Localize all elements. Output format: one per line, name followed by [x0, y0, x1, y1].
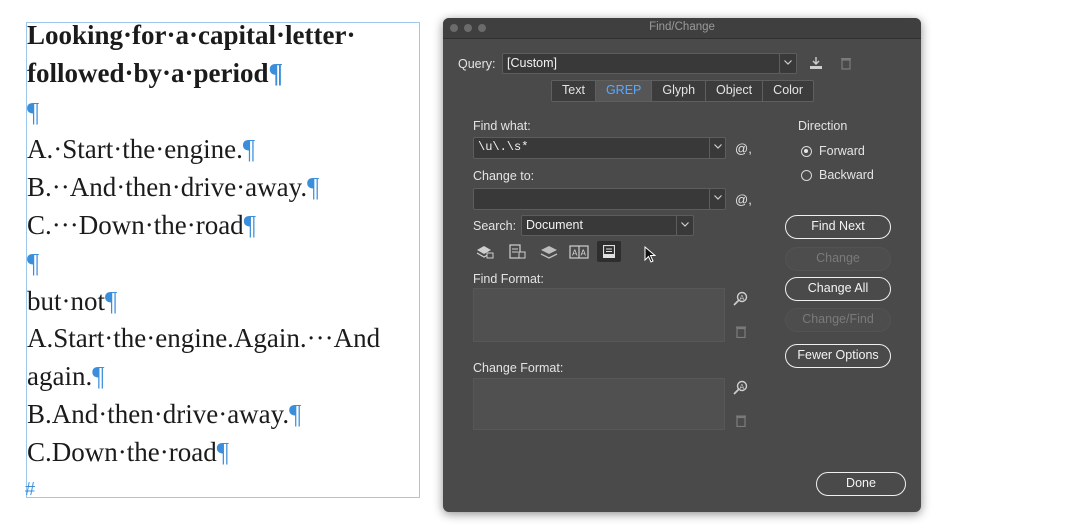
include-locked-layers-icon[interactable] — [476, 244, 494, 260]
change-to-input[interactable] — [473, 188, 711, 210]
tab-grep[interactable]: GREP — [595, 81, 653, 101]
clear-change-format-trash-icon[interactable] — [735, 414, 747, 427]
fewer-options-button[interactable]: Fewer Options — [785, 344, 891, 368]
clear-find-format-trash-icon[interactable] — [735, 325, 747, 338]
change-to-label: Change to: — [473, 169, 535, 183]
svg-text:A: A — [581, 249, 587, 258]
document-line[interactable]: ¶ — [27, 246, 39, 280]
line-text: C.Down·the·road — [27, 437, 217, 467]
specify-find-format-icon[interactable]: A — [733, 291, 749, 307]
include-footnotes-toggle[interactable] — [597, 241, 621, 262]
tab-color[interactable]: Color — [763, 81, 814, 101]
pilcrow-mark: ¶ — [307, 172, 320, 202]
find-change-tabs: Text GREP Glyph Object Color — [551, 80, 815, 102]
title-bar[interactable]: Find/Change — [443, 18, 921, 39]
query-dropdown-button[interactable] — [779, 53, 797, 74]
document-line[interactable]: followed·by·a·period¶ — [27, 56, 283, 90]
change-to-history-button[interactable] — [709, 188, 726, 210]
find-what-label: Find what: — [473, 119, 531, 133]
specify-change-format-icon[interactable]: A — [733, 380, 749, 396]
line-text: Looking·for·a·capital·letter· — [27, 20, 356, 50]
change-format-label: Change Format: — [473, 361, 564, 375]
document-line[interactable]: B.And·then·drive·away.¶ — [27, 397, 301, 431]
pilcrow-mark: ¶ — [105, 286, 118, 316]
include-master-pages-icon[interactable]: A A — [569, 244, 589, 260]
pilcrow-mark: ¶ — [92, 361, 105, 391]
document-line[interactable]: C.···Down·the·road¶ — [27, 208, 256, 242]
pilcrow-mark: ¶ — [27, 248, 40, 278]
search-scope-dropdown-button[interactable] — [676, 215, 694, 236]
line-text: B.··And·then·drive·away. — [27, 172, 308, 202]
document-line[interactable]: B.··And·then·drive·away.¶ — [27, 170, 319, 204]
special-characters-change-icon[interactable]: @, — [735, 192, 752, 207]
save-query-icon[interactable] — [809, 56, 823, 70]
backward-radio[interactable] — [801, 170, 812, 181]
line-text: A.Start·the·engine.Again.···And — [27, 323, 381, 353]
document-line[interactable]: Looking·for·a·capital·letter· — [27, 18, 355, 52]
change-format-box[interactable] — [473, 378, 725, 430]
document-line[interactable]: but·not¶ — [27, 284, 117, 318]
document-line[interactable]: A.·Start·the·engine.¶ — [27, 132, 255, 166]
line-text: followed·by·a·period — [27, 58, 269, 88]
tab-object[interactable]: Object — [706, 81, 764, 101]
tab-glyph[interactable]: Glyph — [652, 81, 707, 101]
pilcrow-mark: ¶ — [216, 437, 229, 467]
line-text: but·not — [27, 286, 105, 316]
include-hidden-layers-icon[interactable] — [540, 244, 558, 260]
tab-text[interactable]: Text — [552, 81, 596, 101]
document-line[interactable]: C.Down·the·road¶ — [27, 435, 229, 469]
document-line[interactable]: A.Start·the·engine.Again.···And — [27, 321, 380, 355]
end-of-story-mark: # — [25, 479, 36, 499]
direction-label: Direction — [798, 119, 848, 133]
search-scope-select[interactable]: Document — [521, 215, 678, 236]
line-text: C.···Down·the·road — [27, 210, 244, 240]
line-text: B.And·then·drive·away. — [27, 399, 290, 429]
forward-label[interactable]: Forward — [819, 144, 865, 158]
pilcrow-mark: ¶ — [289, 399, 302, 429]
line-text: A.·Start·the·engine. — [27, 134, 243, 164]
chevron-down-icon — [784, 60, 792, 65]
pilcrow-mark: ¶ — [268, 58, 284, 88]
backward-label[interactable]: Backward — [819, 168, 874, 182]
trash-icon[interactable] — [840, 56, 852, 70]
find-change-dialog: Find/Change Query: [Custom] Text GREP Glyp… — [443, 18, 921, 512]
dialog-title: Find/Change — [649, 21, 715, 33]
special-characters-find-icon[interactable]: @, — [735, 141, 752, 156]
find-what-input[interactable]: \u\.\s* — [473, 137, 711, 159]
pilcrow-mark: ¶ — [243, 210, 256, 240]
footnote-icon — [603, 245, 615, 258]
change-find-button[interactable]: Change/Find — [785, 308, 891, 332]
pilcrow-mark: ¶ — [242, 134, 256, 164]
forward-radio[interactable] — [801, 146, 812, 157]
document-line[interactable]: ¶ — [27, 95, 39, 129]
change-all-button[interactable]: Change All — [785, 277, 891, 301]
search-label: Search: — [473, 219, 517, 233]
change-button[interactable]: Change — [785, 247, 891, 271]
find-format-label: Find Format: — [473, 272, 544, 286]
svg-text:A: A — [572, 249, 578, 258]
query-select[interactable]: [Custom] — [502, 53, 780, 74]
chevron-down-icon — [681, 222, 689, 227]
svg-text:A: A — [740, 294, 745, 302]
document-line[interactable]: again.¶ — [27, 359, 104, 393]
mouse-pointer-icon — [644, 246, 656, 263]
query-label: Query: — [458, 57, 496, 71]
done-button[interactable]: Done — [816, 472, 906, 496]
find-format-box[interactable] — [473, 288, 725, 342]
find-what-history-button[interactable] — [709, 137, 726, 159]
find-next-button[interactable]: Find Next — [785, 215, 891, 239]
pilcrow-mark: ¶ — [27, 97, 40, 127]
include-locked-stories-icon[interactable] — [508, 244, 526, 260]
chevron-down-icon — [713, 195, 722, 200]
svg-text:A: A — [740, 383, 745, 391]
chevron-down-icon — [713, 144, 722, 149]
line-text: again. — [27, 361, 93, 391]
